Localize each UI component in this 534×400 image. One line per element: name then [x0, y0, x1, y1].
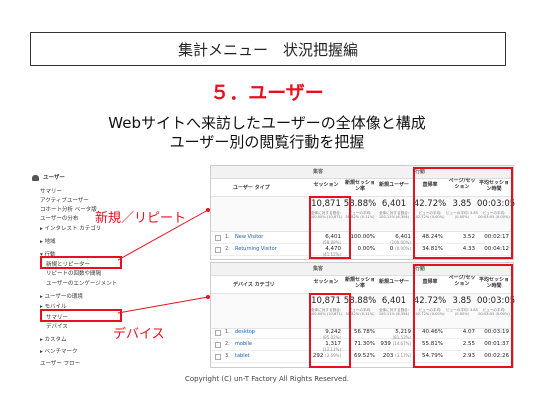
row-index: 2. — [225, 246, 230, 252]
total-new-users: 6,401 — [381, 296, 407, 306]
sidebar-item-interests[interactable]: ▸ インタレスト カテゴリ — [40, 224, 101, 232]
subtitle-line-1: Webサイトへ来訪したユーザーの全体像と構成 — [108, 114, 426, 132]
sidebar-item-cohort[interactable]: コホート分析 ベータ版 — [40, 205, 97, 213]
slide-title-box: 集計メニュー 状況把握編 — [30, 32, 506, 66]
sidebar-item-custom[interactable]: ▸ カスタム — [40, 335, 67, 343]
row-checkbox[interactable] — [215, 330, 221, 336]
sidebar-item-distribution[interactable]: ユーザーの分布 — [40, 214, 78, 222]
sidebar-item-frequency[interactable]: リピートの回数や間隔 — [46, 269, 101, 277]
highlight-sessions-column — [309, 293, 351, 368]
cell-new-users: 203 (3.17%) — [382, 353, 411, 359]
sidebar-item-active-users[interactable]: アクティブユーザー — [40, 196, 89, 204]
row-checkbox[interactable] — [215, 247, 221, 253]
highlight-mobile-summary — [40, 309, 122, 322]
group-label-acquisition: 集客 — [313, 169, 324, 175]
col-new-users[interactable]: 新規ユーザー — [379, 279, 409, 285]
col-sessions[interactable]: セッション — [311, 279, 341, 285]
callout-device: デバイス — [113, 327, 165, 342]
group-label-acquisition: 集客 — [313, 266, 324, 272]
highlight-sessions-column — [309, 196, 351, 259]
highlight-behavior-columns — [413, 264, 513, 368]
col-new-session-rate[interactable]: 新規セッション率 — [345, 180, 375, 192]
col-new-users[interactable]: 新規ユーザー — [379, 182, 409, 188]
row-label-link[interactable]: Returning Visitor — [235, 246, 277, 252]
row-label-link[interactable]: desktop — [235, 329, 255, 335]
row-index: 1. — [225, 329, 230, 335]
total-new-users: 6,401 — [381, 199, 407, 209]
slide-title: 集計メニュー 状況把握編 — [177, 40, 358, 59]
row-index: 1. — [225, 234, 230, 240]
highlight-new-returning — [40, 256, 122, 269]
row-checkbox[interactable] — [215, 235, 221, 241]
sidebar-item-benchmark[interactable]: ▸ ベンチマーク — [40, 347, 78, 355]
sidebar-item-geo[interactable]: ▸ 地域 — [40, 237, 56, 245]
sidebar-header[interactable]: ユーザー — [32, 173, 65, 181]
sidebar-item-devices[interactable]: デバイス — [46, 322, 68, 330]
person-icon — [32, 174, 39, 181]
total-sub-new-users: 全体に対する割合: 100.11% (6,394) — [378, 211, 410, 220]
section-title: ５．ユーザー — [210, 82, 324, 104]
row-label-link[interactable]: mobile — [235, 341, 252, 347]
dimension-header[interactable]: デバイス カテゴリ — [233, 281, 275, 288]
cell-new-users: 0 (0.00%) — [389, 246, 411, 252]
row-checkbox[interactable] — [215, 342, 221, 348]
copyright-footer: Copyright (C) un-T Factory All Rights Re… — [184, 375, 350, 383]
row-index: 3. — [225, 353, 230, 359]
row-checkbox[interactable] — [215, 354, 221, 360]
total-sub-new-users: 全体に対する割合: 100.11% (6,394) — [378, 308, 410, 317]
col-new-session-rate[interactable]: 新規セッション率 — [345, 277, 375, 289]
subtitle-line-2: ユーザー別の閲覧行動を把握 — [169, 133, 365, 151]
device-category-table: 集客 行動 デバイス カテゴリ セッション 新規セッション率 新規ユーザー 直帰… — [210, 262, 515, 368]
sidebar-item-summary[interactable]: サマリー — [40, 187, 62, 195]
row-index: 2. — [225, 341, 230, 347]
cell-new-users: 939 (14.67%) — [380, 341, 411, 347]
highlight-behavior-columns — [413, 167, 513, 259]
user-type-table: 集客 行動 ユーザー タイプ セッション 新規セッション率 新規ユーザー 直帰率… — [210, 165, 515, 260]
dimension-header[interactable]: ユーザー タイプ — [233, 184, 270, 191]
col-sessions[interactable]: セッション — [311, 182, 341, 188]
row-label-link[interactable]: New Visitor — [235, 234, 263, 240]
sidebar-item-technology[interactable]: ▸ ユーザーの環境 — [40, 292, 83, 300]
row-label-link[interactable]: tablet — [235, 353, 250, 359]
sidebar-item-user-flow[interactable]: ユーザー フロー — [40, 359, 80, 367]
callout-new-repeat: 新規／リピート — [95, 211, 187, 226]
sidebar-item-engagement[interactable]: ユーザーのエンゲージメント — [46, 279, 117, 287]
